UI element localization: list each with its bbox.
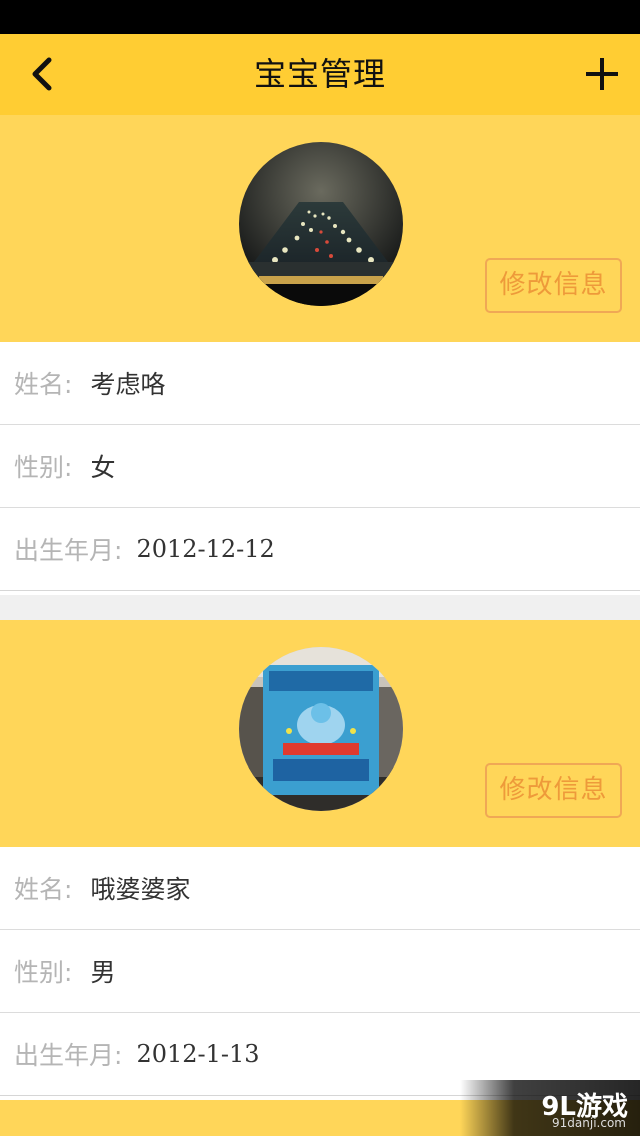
gender-row: 性别: 女 — [0, 425, 640, 508]
birth-value: 2012-1-13 — [136, 1040, 260, 1068]
gender-value: 男 — [90, 958, 116, 987]
edit-info-button[interactable]: 修改信息 — [485, 763, 622, 818]
avatar[interactable] — [239, 647, 403, 811]
name-row: 姓名: 哦婆婆家 — [0, 847, 640, 930]
name-value: 考虑咯 — [90, 370, 166, 399]
birth-value: 2012-12-12 — [136, 535, 275, 563]
gender-value: 女 — [90, 453, 116, 482]
edit-info-button[interactable]: 修改信息 — [485, 258, 622, 313]
gender-row: 性别: 男 — [0, 930, 640, 1013]
gender-label: 性别: — [14, 453, 73, 482]
watermark-url: 91danji.com — [552, 1116, 626, 1130]
product-box-photo — [239, 647, 403, 811]
watermark: 9L游戏 91danji.com — [460, 1080, 640, 1136]
profile-header: 修改信息 — [0, 620, 640, 847]
profile-header: 修改信息 — [0, 115, 640, 342]
status-bar — [0, 0, 640, 34]
birth-label: 出生年月: — [14, 1041, 123, 1070]
birth-row: 出生年月: 2012-12-12 — [0, 508, 640, 591]
baby-list: 修改信息 姓名: 考虑咯 性别: 女 出生年月: 2012-12-12 修改信息… — [0, 115, 640, 1125]
gender-label: 性别: — [14, 958, 73, 987]
baby-card: 修改信息 姓名: 哦婆婆家 性别: 男 出生年月: 2012-1-13 — [0, 620, 640, 1100]
night-traffic-photo — [239, 142, 403, 306]
name-label: 姓名: — [14, 875, 73, 904]
name-value: 哦婆婆家 — [90, 875, 191, 904]
add-baby-button[interactable] — [576, 50, 628, 102]
nav-bar: 宝宝管理 — [0, 34, 640, 115]
birth-label: 出生年月: — [14, 536, 123, 565]
baby-card: 修改信息 姓名: 考虑咯 性别: 女 出生年月: 2012-12-12 — [0, 115, 640, 595]
name-row: 姓名: 考虑咯 — [0, 342, 640, 425]
plus-icon — [584, 56, 620, 96]
name-label: 姓名: — [14, 370, 73, 399]
avatar[interactable] — [239, 142, 403, 306]
page-title: 宝宝管理 — [253, 55, 386, 93]
